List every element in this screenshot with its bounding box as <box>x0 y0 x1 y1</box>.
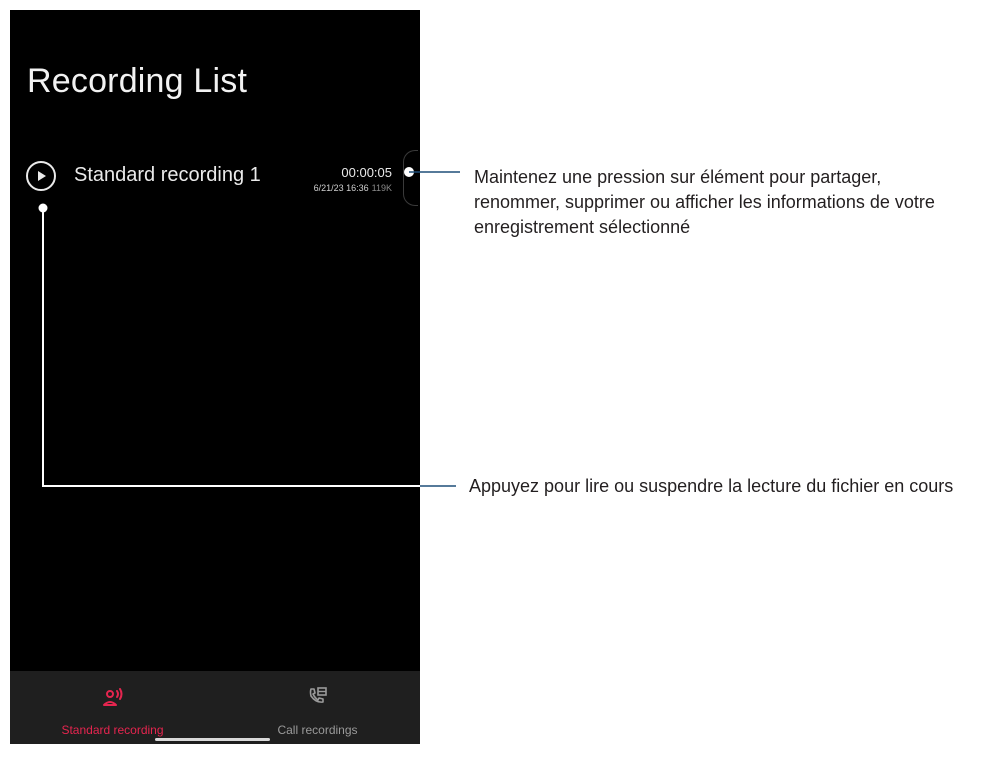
callout-lines <box>38 167 460 487</box>
callout-line: enregistrement sélectionné <box>474 217 691 237</box>
callout-line: renommer, supprimer ou afficher les info… <box>474 192 935 212</box>
callout-item-actions: Maintenez une pression sur élément pour … <box>474 165 994 240</box>
callout-leader <box>42 208 454 487</box>
callout-line: Maintenez une pression sur élément pour … <box>474 167 882 187</box>
callout-play: Appuyez pour lire ou suspendre la lectur… <box>469 476 954 496</box>
